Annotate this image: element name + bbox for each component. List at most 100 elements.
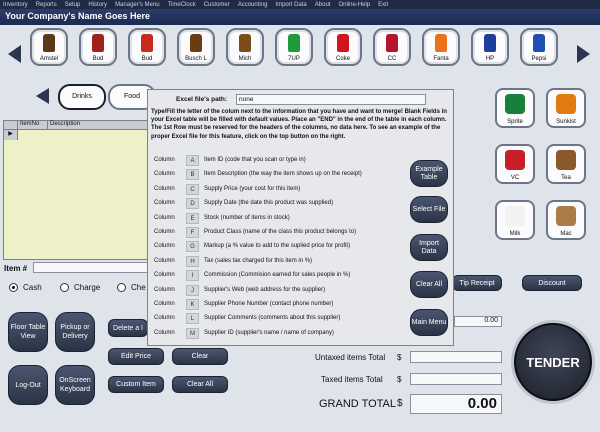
side-product-button[interactable]: Sunkist	[546, 88, 586, 128]
onscreen-keyboard-button[interactable]: OnScreen Keyboard	[55, 365, 95, 405]
menu-item[interactable]: Inventory	[3, 2, 28, 8]
column-letter-input[interactable]: H	[186, 255, 199, 267]
column-letter-input[interactable]: F	[186, 227, 199, 238]
dialog-clear-all-button[interactable]: Clear All	[410, 271, 448, 298]
column-letter-input[interactable]: D	[186, 198, 199, 210]
side-product-button[interactable]: Milk	[495, 200, 535, 240]
product-label: Bud	[141, 56, 153, 62]
column-letter-input[interactable]: G	[186, 241, 199, 253]
column-description: Item ID (code that you scan or type in)	[204, 157, 306, 163]
column-letter-input[interactable]: B	[186, 169, 199, 181]
charge-radio[interactable]	[60, 283, 69, 292]
product-label: Coke	[335, 56, 350, 62]
menu-item[interactable]: Customer	[204, 2, 230, 8]
menu-item[interactable]: Setup	[65, 2, 81, 8]
column-description: Supplier Phone Number (contact phone num…	[204, 301, 334, 307]
menu-item[interactable]: Exit	[378, 2, 388, 8]
menu-item[interactable]: TimeClock	[168, 2, 196, 8]
item-number-label: Item #	[4, 264, 28, 273]
custom-item-button[interactable]: Custom Item	[108, 376, 164, 393]
product-button[interactable]: Bud	[79, 28, 117, 66]
import-data-button[interactable]: Import Data	[410, 234, 448, 261]
tender-button[interactable]: TENDER	[514, 323, 592, 401]
column-mapping-row: Column G Markup (a % value to add to the s…	[151, 241, 406, 253]
column-label: Column	[154, 301, 175, 307]
discount-button[interactable]: Discount	[522, 275, 582, 291]
column-letter-input[interactable]: C	[186, 183, 199, 195]
menu-item[interactable]: Manager's Menu	[115, 2, 160, 8]
side-product-image-icon	[505, 206, 525, 226]
check-radio[interactable]	[117, 283, 126, 292]
onscreen-keyboard-label: OnScreen Keyboard	[59, 377, 91, 393]
category-drinks[interactable]: Drinks	[58, 84, 106, 110]
main-menu-button[interactable]: Main Menu	[410, 309, 448, 336]
col-itemno: ItemNo	[18, 121, 48, 129]
main-menu-label: Main Menu	[411, 318, 447, 326]
product-strip: Amstel Bud Bud Busch L Mich 7UP Coke CC Fanta HP P…	[30, 28, 570, 70]
log-out-button[interactable]: Log-Out	[8, 365, 48, 405]
side-value-field: 0.00	[454, 316, 502, 327]
example-table-button[interactable]: Example Table	[410, 160, 448, 187]
clear-all-button[interactable]: Clear All	[172, 376, 228, 393]
column-letter-input[interactable]: J	[186, 284, 199, 296]
untaxed-total-field	[410, 351, 502, 363]
order-grid[interactable]: ItemNo Description ▶	[3, 120, 153, 260]
product-button[interactable]: Bud	[128, 28, 166, 66]
side-product-label: VC	[510, 175, 520, 181]
pickup-delivery-button[interactable]: Pickup or Delivery	[55, 312, 95, 352]
category-left-arrow-icon[interactable]	[36, 88, 49, 104]
title-bar: Your Company's Name Goes Here	[0, 9, 600, 25]
product-button[interactable]: Pepsi	[520, 28, 558, 66]
column-letter-input[interactable]: I	[186, 270, 199, 282]
menu-item[interactable]: Reports	[36, 2, 57, 8]
product-label: CC	[387, 56, 397, 62]
column-mapping-row: Column C Supply Price (your cost for this …	[151, 183, 406, 196]
delete-item-button[interactable]: Delete a I	[108, 319, 148, 337]
select-file-button[interactable]: Select File	[410, 196, 448, 223]
product-button[interactable]: Amstel	[30, 28, 68, 66]
side-product-panel: Sprite Sunkist VC Tea Milk Mac	[495, 88, 590, 248]
product-image-icon	[190, 34, 202, 52]
scroll-left-arrow-icon[interactable]	[8, 45, 21, 63]
clear-button[interactable]: Clear	[172, 348, 228, 365]
cash-radio[interactable]	[9, 283, 18, 292]
column-description: Supply Date (the date this product was s…	[204, 200, 334, 207]
menu-item[interactable]: Online-Help	[338, 2, 370, 8]
product-button[interactable]: CC	[373, 28, 411, 66]
menu-item[interactable]: Import Data	[275, 2, 306, 8]
taxed-total-field	[410, 373, 502, 385]
column-letter-input[interactable]: E	[186, 212, 199, 224]
side-product-button[interactable]: Mac	[546, 200, 586, 240]
side-product-button[interactable]: Sprite	[495, 88, 535, 128]
product-button[interactable]: Mich	[226, 28, 264, 66]
column-letter-input[interactable]: A	[186, 155, 199, 166]
product-label: 7UP	[288, 56, 300, 62]
menu-item[interactable]: History	[88, 2, 107, 8]
menu-item[interactable]: About	[315, 2, 331, 8]
side-product-button[interactable]: Tea	[546, 144, 586, 184]
product-button[interactable]: 7UP	[275, 28, 313, 66]
item-number-input[interactable]	[33, 262, 148, 273]
edit-price-button[interactable]: Edit Price	[108, 348, 164, 365]
column-label: Column	[154, 243, 175, 250]
product-button[interactable]: Busch L	[177, 28, 215, 66]
excel-path-input[interactable]: none	[236, 94, 426, 105]
category-drinks-label: Drinks	[72, 93, 92, 100]
column-letter-input[interactable]: M	[186, 327, 199, 339]
column-label: Column	[154, 171, 175, 178]
column-letter-input[interactable]: K	[186, 299, 199, 310]
menu-item[interactable]: Accounting	[238, 2, 268, 8]
side-value: 0.00	[484, 317, 498, 324]
tip-receipt-button[interactable]: Tip Receipt	[452, 275, 502, 291]
scroll-right-arrow-icon[interactable]	[577, 45, 590, 63]
product-button[interactable]: HP	[471, 28, 509, 66]
cash-label: Cash	[23, 283, 42, 292]
floor-table-view-button[interactable]: Floor Table View	[8, 312, 48, 352]
column-description: Stock (number of items in stock)	[204, 214, 290, 221]
column-letter-input[interactable]: L	[186, 313, 199, 325]
product-button[interactable]: Fanta	[422, 28, 460, 66]
product-image-icon	[239, 34, 251, 52]
side-product-button[interactable]: VC	[495, 144, 535, 184]
product-button[interactable]: Coke	[324, 28, 362, 66]
side-product-label: Milk	[509, 231, 521, 237]
